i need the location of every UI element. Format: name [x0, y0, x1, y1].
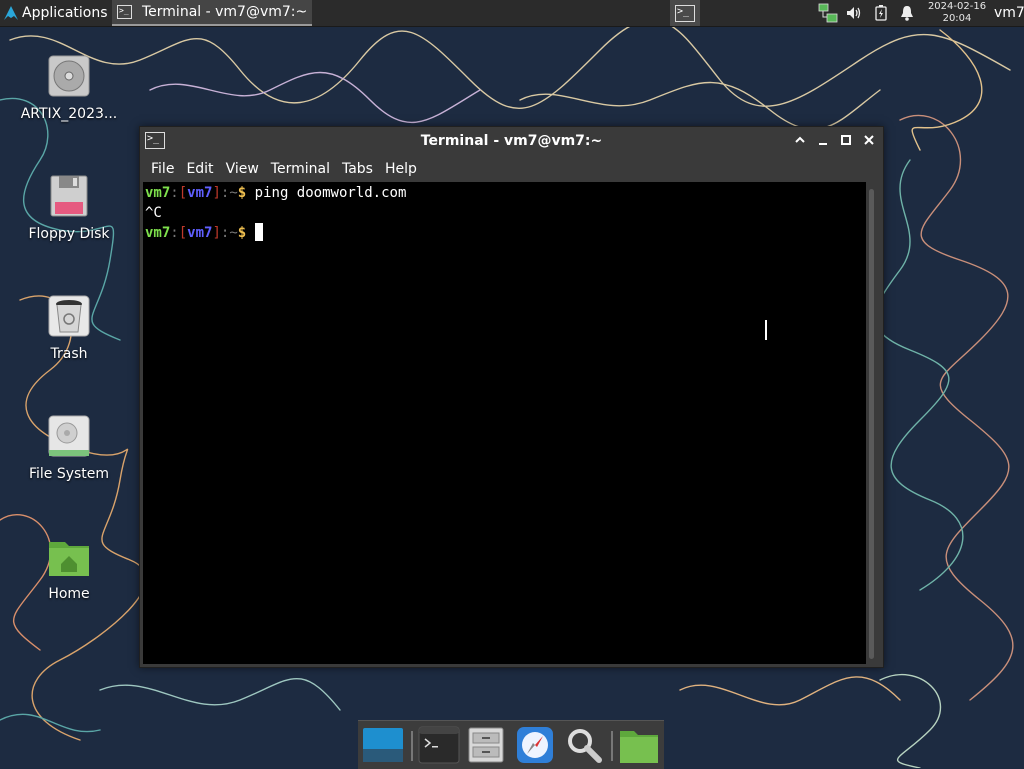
desktop-icon-label: File System	[28, 466, 110, 482]
desktop-icon-label: Home	[48, 586, 90, 602]
dock-folder[interactable]	[617, 724, 661, 766]
applications-label: Applications	[22, 5, 108, 21]
floppy-icon	[47, 174, 91, 218]
web-browser-icon	[517, 727, 553, 763]
menu-bar: File Edit View Terminal Tabs Help	[140, 156, 883, 182]
menu-help[interactable]: Help	[385, 161, 417, 177]
artix-logo-icon	[4, 6, 18, 20]
prompt-path: ~	[229, 225, 238, 241]
menu-tabs[interactable]: Tabs	[342, 161, 373, 177]
dock	[358, 720, 664, 769]
minimize-icon[interactable]	[815, 132, 831, 148]
clock-date: 2024-02-16	[927, 1, 987, 12]
prompt-path: ~	[229, 185, 238, 201]
menu-file[interactable]: File	[151, 161, 174, 177]
battery-icon[interactable]	[871, 0, 891, 26]
prompt-bracket-close: ]	[212, 185, 221, 201]
panel-clock[interactable]: 2024-02-16 20:04	[924, 1, 990, 25]
file-manager-icon	[468, 727, 504, 763]
desktop-icon-file-system[interactable]: File System	[14, 414, 124, 482]
prompt-bracket-open: [	[178, 185, 188, 201]
dock-show-desktop[interactable]	[361, 724, 405, 766]
command-text: ping doomworld.com	[254, 185, 407, 201]
prompt-colon: :	[170, 185, 179, 201]
prompt-bracket-close: ]	[212, 225, 221, 241]
prompt-colon: :	[170, 225, 179, 241]
terminal-icon: >_	[117, 5, 132, 19]
prompt-host: vm7	[187, 185, 213, 201]
close-icon[interactable]	[861, 132, 877, 148]
terminal-scrollbar[interactable]	[869, 189, 874, 659]
terminal-line: vm7:[vm7]:~$	[145, 223, 263, 243]
menu-view[interactable]: View	[226, 161, 259, 177]
network-icon[interactable]	[814, 0, 842, 26]
terminal-output[interactable]: vm7:[vm7]:~$ ping doomworld.com ^C vm7:[…	[143, 182, 866, 664]
home-folder-icon	[47, 534, 91, 578]
desktop-icon-label: Floppy Disk	[28, 226, 110, 242]
user-menu[interactable]: vm7	[994, 0, 1024, 26]
menu-edit[interactable]: Edit	[186, 161, 213, 177]
terminal-window: >_ Terminal - vm7@vm7:~ File Edit View T…	[139, 126, 884, 668]
dock-separator	[611, 731, 613, 761]
dock-file-manager[interactable]	[464, 724, 508, 766]
top-panel: Applications >_ Terminal - vm7@vm7:~ >_	[0, 0, 1024, 27]
clock-time: 20:04	[942, 13, 972, 24]
prompt-user: vm7	[145, 185, 171, 201]
text-cursor	[254, 223, 263, 241]
panel-terminal-launcher[interactable]: >_	[670, 0, 700, 26]
dock-web-browser[interactable]	[513, 724, 557, 766]
dock-search[interactable]	[562, 724, 606, 766]
harddisk-icon	[47, 414, 91, 458]
shade-window-icon[interactable]	[792, 132, 808, 148]
window-titlebar[interactable]: >_ Terminal - vm7@vm7:~	[140, 127, 883, 156]
trash-icon	[47, 294, 91, 338]
desktop-icon-artix[interactable]: ARTIX_2023...	[14, 54, 124, 122]
taskbar-terminal-button[interactable]: >_ Terminal - vm7@vm7:~	[112, 0, 312, 26]
terminal-icon: >_	[675, 4, 695, 22]
terminal-line: vm7:[vm7]:~$ ping doomworld.com	[145, 183, 406, 203]
terminal-line: ^C	[145, 203, 162, 223]
search-icon	[568, 729, 602, 763]
terminal-icon	[418, 726, 460, 764]
prompt-host: vm7	[187, 225, 213, 241]
maximize-icon[interactable]	[838, 132, 854, 148]
dock-terminal[interactable]	[417, 724, 461, 766]
output-text: ^C	[145, 205, 162, 221]
desktop-icon-home[interactable]: Home	[14, 534, 124, 602]
volume-icon[interactable]	[843, 0, 865, 26]
prompt-bracket-open: [	[178, 225, 188, 241]
desktop-icon-label: ARTIX_2023...	[20, 106, 118, 122]
show-desktop-icon	[363, 728, 403, 762]
desktop-icon-label: Trash	[50, 346, 88, 362]
menu-terminal[interactable]: Terminal	[271, 161, 330, 177]
taskbar-terminal-label: Terminal - vm7@vm7:~	[142, 4, 308, 20]
applications-menu-button[interactable]: Applications	[0, 0, 112, 26]
dock-separator	[411, 731, 413, 761]
notification-bell-icon[interactable]	[897, 0, 917, 26]
desktop-icon-trash[interactable]: Trash	[14, 294, 124, 362]
prompt-dollar: $	[237, 185, 247, 201]
disc-icon	[47, 54, 91, 98]
desktop-icon-floppy-disk[interactable]: Floppy Disk	[14, 174, 124, 242]
folder-icon	[620, 731, 658, 763]
prompt-user: vm7	[145, 225, 171, 241]
window-title: Terminal - vm7@vm7:~	[420, 133, 603, 149]
prompt-dollar: $	[237, 225, 247, 241]
mouse-ibeam-cursor	[765, 320, 767, 340]
